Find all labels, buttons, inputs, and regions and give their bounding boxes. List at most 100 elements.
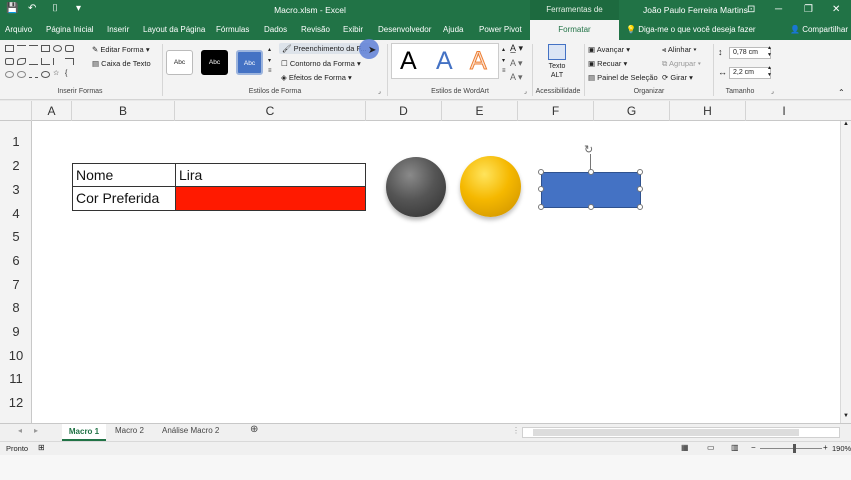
shape-effects-button[interactable]: ◈ Efeitos de Forma ▾ <box>281 73 352 82</box>
normal-view-icon[interactable]: ▦ <box>681 443 689 452</box>
sheet-tab-macro-1[interactable]: Macro 1 <box>62 424 106 441</box>
resize-handle-t[interactable] <box>588 169 594 175</box>
page-layout-view-icon[interactable]: ▭ <box>707 443 715 452</box>
horizontal-scrollbar[interactable] <box>522 427 840 438</box>
row-header-10[interactable]: 10 <box>0 341 32 365</box>
scroll-up-icon[interactable]: ▲ <box>843 121 849 127</box>
resize-handle-tr[interactable] <box>637 169 643 175</box>
macro-record-icon[interactable]: ⊞ <box>38 443 45 452</box>
row-header-4[interactable]: 4 <box>0 199 32 223</box>
column-header-e[interactable]: E <box>442 101 518 121</box>
smiley-shape-icon[interactable] <box>41 71 50 78</box>
column-header-f[interactable]: F <box>518 101 594 121</box>
column-header-i[interactable]: I <box>746 101 822 121</box>
zoom-in-icon[interactable]: + <box>823 443 828 452</box>
text-fill-icon[interactable]: A̲ ▾ <box>510 43 523 54</box>
cell-c2[interactable]: Lira <box>175 163 366 187</box>
tab-power-pivot[interactable]: Power Pivot <box>479 25 522 34</box>
cell-c3-red[interactable] <box>175 186 366 211</box>
row-header-6[interactable]: 6 <box>0 246 32 270</box>
sheet-nav-prev-icon[interactable]: ◂ <box>18 426 22 435</box>
wordart-style-orange[interactable]: A <box>470 47 488 76</box>
page-break-view-icon[interactable]: ▥ <box>731 443 739 452</box>
ribbon-display-icon[interactable]: ⊡ <box>747 4 755 15</box>
column-header-g[interactable]: G <box>594 101 670 121</box>
sheet-tab-analise-macro-2[interactable]: Análise Macro 2 <box>162 426 219 435</box>
sheet-tab-macro-2[interactable]: Macro 2 <box>115 426 144 435</box>
connector-shape-icon[interactable] <box>29 58 38 65</box>
oval-shape-icon[interactable] <box>53 45 62 52</box>
row-header-2[interactable]: 2 <box>0 151 32 175</box>
shape-outline-button[interactable]: ☐ Contorno da Forma ▾ <box>281 59 361 68</box>
tab-ajuda[interactable]: Ajuda <box>443 25 463 34</box>
rect-shape-icon[interactable] <box>41 45 50 52</box>
freeform-shape-icon[interactable] <box>29 71 38 78</box>
shape-styles-dialog-launcher[interactable]: ⌟ <box>378 88 381 95</box>
column-header-b[interactable]: B <box>72 101 175 121</box>
resize-handle-tl[interactable] <box>538 169 544 175</box>
shape-style-blue[interactable]: Abc <box>236 50 263 75</box>
triangle-shape-icon[interactable] <box>17 58 26 65</box>
resize-handle-bl[interactable] <box>538 204 544 210</box>
user-name[interactable]: João Paulo Ferreira Martins <box>643 5 748 15</box>
column-header-h[interactable]: H <box>670 101 746 121</box>
tab-dados[interactable]: Dados <box>264 25 287 34</box>
gold-circle-shape[interactable] <box>460 156 521 217</box>
width-spin-down[interactable]: ▼ <box>767 72 772 78</box>
sheet-nav-next-icon[interactable]: ▸ <box>34 426 38 435</box>
resize-handle-l[interactable] <box>538 186 544 192</box>
callout-shape-icon[interactable] <box>53 58 62 65</box>
shape-style-black[interactable]: Abc <box>201 50 228 75</box>
tell-me-search[interactable]: 💡 Diga-me o que você deseja fazer <box>626 25 756 34</box>
tab-layout[interactable]: Layout da Página <box>143 25 205 34</box>
text-outline-icon[interactable]: A ▾ <box>510 58 523 69</box>
vertical-scrollbar[interactable]: ▲ ▼ <box>840 121 851 423</box>
share-button[interactable]: 👤 Compartilhar <box>790 25 848 34</box>
add-sheet-icon[interactable]: ⊕ <box>250 424 258 435</box>
row-header-5[interactable]: 5 <box>0 222 32 246</box>
rotate-button[interactable]: ⟳ Girar ▾ <box>662 73 693 82</box>
resize-handle-br[interactable] <box>637 204 643 210</box>
select-all-corner[interactable] <box>0 101 32 121</box>
arc-shape-icon[interactable] <box>17 71 26 78</box>
tab-arquivo[interactable]: Arquivo <box>5 25 32 34</box>
resize-handle-r[interactable] <box>637 186 643 192</box>
bracket-shape-icon[interactable] <box>65 58 74 65</box>
tab-formatar[interactable]: Formatar <box>530 20 619 40</box>
alt-text-button[interactable]: Texto ALT <box>542 44 572 80</box>
wordart-style-blue[interactable]: A <box>436 47 453 76</box>
textbox-shape-icon[interactable] <box>5 58 14 65</box>
tab-revisao[interactable]: Revisão <box>301 25 330 34</box>
send-backward-button[interactable]: ▣ Recuar ▾ <box>588 59 627 68</box>
text-effects-icon[interactable]: A ▾ <box>510 72 523 83</box>
edit-shape-button[interactable]: ✎ Editar Forma ▾ <box>92 45 150 54</box>
wordart-scroll-down[interactable]: ▾ <box>502 57 505 64</box>
zoom-out-icon[interactable]: − <box>751 443 756 452</box>
rounded-rect-shape-icon[interactable] <box>65 45 74 52</box>
size-dialog-launcher[interactable]: ⌟ <box>771 88 774 95</box>
cell-b3[interactable]: Cor Preferida <box>72 186 176 211</box>
shape-styles-more[interactable]: ≡ <box>268 68 272 74</box>
tab-desenvolvedor[interactable]: Desenvolvedor <box>378 25 431 34</box>
text-box-button[interactable]: ▤ Caixa de Texto <box>92 59 151 68</box>
column-header-a[interactable]: A <box>32 101 72 121</box>
group-button[interactable]: ⧉ Agrupar ▾ <box>662 59 701 69</box>
tab-exibir[interactable]: Exibir <box>343 25 363 34</box>
shape-style-white[interactable]: Abc <box>166 50 193 75</box>
wordart-gallery[interactable]: A A A <box>391 43 499 79</box>
wordart-more[interactable]: ≡ <box>502 68 506 74</box>
wordart-dialog-launcher[interactable]: ⌟ <box>524 88 527 95</box>
zoom-slider[interactable] <box>760 448 822 449</box>
star-shape-icon[interactable]: ☆ <box>53 70 62 78</box>
curve-shape-icon[interactable] <box>5 71 14 78</box>
column-header-c[interactable]: C <box>175 101 366 121</box>
zoom-slider-thumb[interactable] <box>793 444 796 453</box>
cell-b2[interactable]: Nome <box>72 163 176 187</box>
shape-width-input[interactable]: 2,2 cm <box>729 67 771 79</box>
width-spin-up[interactable]: ▲ <box>767 65 772 71</box>
selection-pane-button[interactable]: ▤ Painel de Seleção <box>588 73 658 82</box>
row-header-8[interactable]: 8 <box>0 293 32 317</box>
restore-button[interactable]: ❐ <box>804 4 813 15</box>
horizontal-scroll-thumb[interactable] <box>533 429 799 436</box>
row-header-11[interactable]: 11 <box>0 364 32 388</box>
